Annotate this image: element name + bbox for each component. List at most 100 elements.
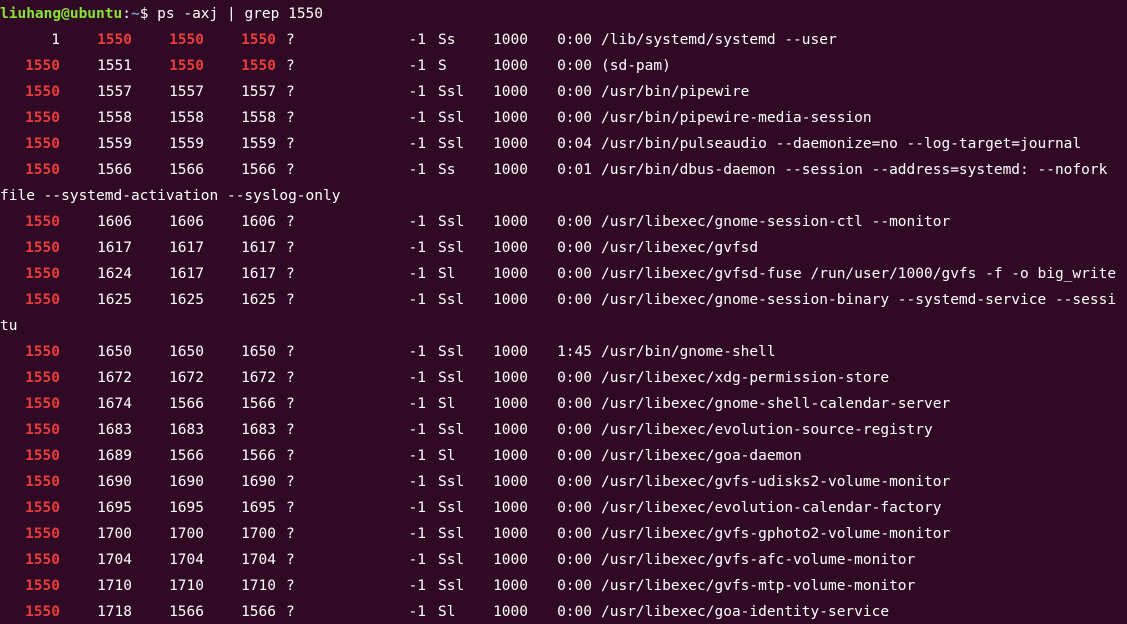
command-cell: /usr/bin/gnome-shell [601, 344, 776, 360]
tpgid-cell: -1 [408, 396, 426, 412]
tpgid-cell: -1 [408, 552, 426, 568]
prompt-command: ps -axj | grep 1550 [157, 6, 324, 22]
pgid-cell: 1550 [169, 32, 204, 48]
uid-cell: 1000 [493, 604, 528, 620]
process-row: 1550 1718 1566 1566? -1 Sl 1000 0:00/usr/libexe… [0, 599, 1127, 624]
process-row: 1550 1606 1606 1606? -1 Ssl 1000 0:00/usr/libex… [0, 209, 1127, 235]
uid-cell: 1000 [493, 162, 528, 178]
ppid-cell: 1550 [25, 578, 60, 594]
sid-cell: 1606 [241, 214, 276, 230]
time-cell: 0:00 [557, 214, 592, 230]
time-cell: 0:00 [557, 58, 592, 74]
tpgid-cell: -1 [408, 292, 426, 308]
time-cell: 0:00 [557, 370, 592, 386]
pgid-cell: 1650 [169, 344, 204, 360]
sid-cell: 1617 [241, 266, 276, 282]
stat-cell: Ssl [438, 214, 465, 230]
time-cell: 0:00 [557, 32, 592, 48]
tty-cell: ? [286, 84, 295, 100]
stat-cell: Ss [438, 32, 456, 48]
command-cell: /usr/bin/pulseaudio --daemonize=no --log… [601, 136, 1082, 152]
prompt-colon: : [122, 6, 131, 22]
uid-cell: 1000 [493, 240, 528, 256]
tty-cell: ? [286, 136, 295, 152]
process-row: 1550 1672 1672 1672? -1 Ssl 1000 0:00/usr/libex… [0, 365, 1127, 391]
sid-cell: 1704 [241, 552, 276, 568]
process-row: 1550 1624 1617 1617? -1 Sl 1000 0:00/usr/libexe… [0, 261, 1127, 287]
ppid-cell: 1550 [25, 84, 60, 100]
uid-cell: 1000 [493, 110, 528, 126]
pid-cell: 1710 [97, 578, 132, 594]
pgid-cell: 1617 [169, 240, 204, 256]
time-cell: 0:00 [557, 552, 592, 568]
sid-cell: 1695 [241, 500, 276, 516]
sid-cell: 1710 [241, 578, 276, 594]
ppid-cell: 1550 [25, 526, 60, 542]
terminal-window[interactable]: liuhang@ubuntu:~$ ps -axj | grep 1550 11… [0, 0, 1127, 624]
tpgid-cell: -1 [408, 110, 426, 126]
tty-cell: ? [286, 32, 295, 48]
time-cell: 0:00 [557, 292, 592, 308]
process-row: 1550 1683 1683 1683? -1 Ssl 1000 0:00/usr/libex… [0, 417, 1127, 443]
command-cell: /usr/bin/pipewire-media-session [601, 110, 872, 126]
uid-cell: 1000 [493, 136, 528, 152]
time-cell: 0:00 [557, 474, 592, 490]
ppid-cell: 1550 [25, 240, 60, 256]
pid-cell: 1559 [97, 136, 132, 152]
pid-cell: 1551 [97, 58, 132, 74]
process-row: 1550 1704 1704 1704? -1 Ssl 1000 0:00/usr/libex… [0, 547, 1127, 573]
uid-cell: 1000 [493, 370, 528, 386]
stat-cell: Ssl [438, 370, 465, 386]
pid-cell: 1674 [97, 396, 132, 412]
ppid-cell: 1550 [25, 266, 60, 282]
time-cell: 0:00 [557, 396, 592, 412]
tpgid-cell: -1 [408, 162, 426, 178]
pid-cell: 1606 [97, 214, 132, 230]
command-cell: /usr/libexec/goa-identity-service [601, 604, 890, 620]
pgid-cell: 1550 [169, 58, 204, 74]
command-cell: /usr/libexec/xdg-permission-store [601, 370, 890, 386]
wrapped-output-line: tu [0, 313, 1127, 339]
stat-cell: Ss [438, 162, 456, 178]
time-cell: 1:45 [557, 344, 592, 360]
process-row: 1550 1695 1695 1695? -1 Ssl 1000 0:00/usr/libex… [0, 495, 1127, 521]
tpgid-cell: -1 [408, 58, 426, 74]
command-cell: /lib/systemd/systemd --user [601, 32, 837, 48]
process-row: 1550 1690 1690 1690? -1 Ssl 1000 0:00/usr/libex… [0, 469, 1127, 495]
ppid-cell: 1550 [25, 500, 60, 516]
time-cell: 0:00 [557, 240, 592, 256]
prompt-path: ~ [130, 6, 140, 22]
uid-cell: 1000 [493, 32, 528, 48]
tty-cell: ? [286, 292, 295, 308]
ppid-cell: 1550 [25, 136, 60, 152]
command-cell: /usr/libexec/gvfs-afc-volume-monitor [601, 552, 916, 568]
stat-cell: S [438, 58, 447, 74]
ppid-cell: 1550 [25, 422, 60, 438]
pid-cell: 1672 [97, 370, 132, 386]
uid-cell: 1000 [493, 552, 528, 568]
stat-cell: Ssl [438, 526, 465, 542]
pid-cell: 1689 [97, 448, 132, 464]
time-cell: 0:01 [557, 162, 592, 178]
pgid-cell: 1617 [169, 266, 204, 282]
ppid-cell: 1550 [25, 474, 60, 490]
ppid-cell: 1550 [25, 448, 60, 464]
uid-cell: 1000 [493, 448, 528, 464]
sid-cell: 1672 [241, 370, 276, 386]
tpgid-cell: -1 [408, 604, 426, 620]
sid-cell: 1566 [241, 604, 276, 620]
ppid-cell: 1550 [25, 292, 60, 308]
sid-cell: 1683 [241, 422, 276, 438]
pid-cell: 1558 [97, 110, 132, 126]
time-cell: 0:00 [557, 110, 592, 126]
time-cell: 0:00 [557, 578, 592, 594]
tpgid-cell: -1 [408, 448, 426, 464]
ppid-cell: 1550 [25, 344, 60, 360]
ppid-cell: 1550 [25, 370, 60, 386]
stat-cell: Ssl [438, 110, 465, 126]
tpgid-cell: -1 [408, 526, 426, 542]
pgid-cell: 1566 [169, 448, 204, 464]
pgid-cell: 1566 [169, 162, 204, 178]
stat-cell: Sl [438, 396, 456, 412]
command-cell: /usr/libexec/gvfsd-fuse /run/user/1000/g… [601, 266, 1117, 282]
